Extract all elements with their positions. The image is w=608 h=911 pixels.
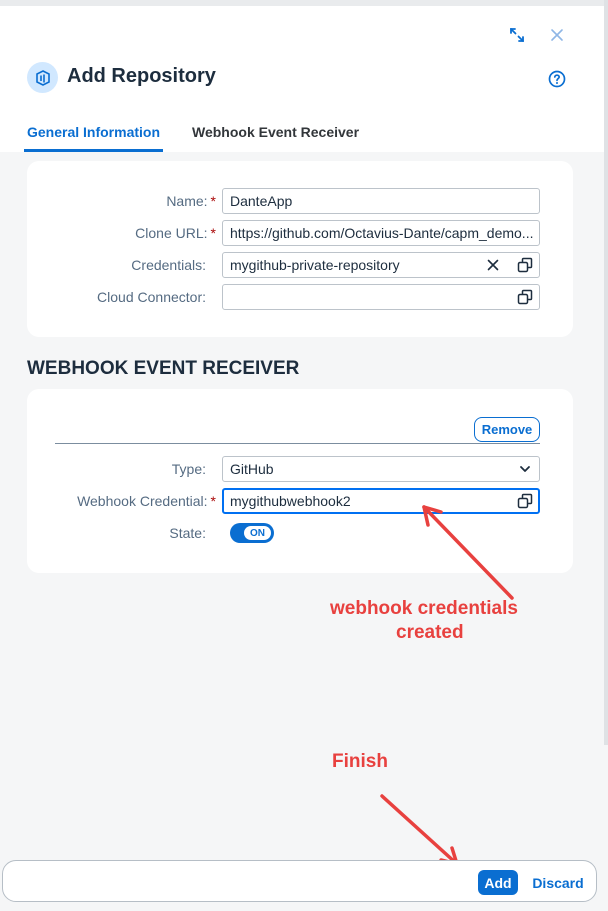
clone-url-label: Clone URL: * [135,225,216,241]
close-button[interactable] [547,24,567,46]
credentials-value: mygithub-private-repository [230,257,400,273]
tab-general-information[interactable]: General Information [27,124,160,140]
type-label: Type: [171,461,206,477]
webhook-credential-label: Webhook Credential: * [77,493,216,509]
webhook-section-title: WEBHOOK EVENT RECEIVER [27,358,300,379]
annotation-webhook-line2: created [396,622,464,643]
expand-button[interactable] [506,24,528,46]
chevron-down-icon[interactable] [516,460,534,478]
name-input[interactable]: DanteApp [222,188,540,214]
cloud-connector-label: Cloud Connector: [97,289,206,305]
expand-icon [510,28,524,42]
discard-button[interactable]: Discard [529,870,587,895]
help-icon [548,70,566,88]
arrow-to-add-button [380,794,459,866]
add-button[interactable]: Add [478,870,518,895]
required-marker: * [210,193,216,209]
help-button[interactable] [546,68,568,90]
state-label: State: [169,525,206,541]
type-value: GitHub [230,461,274,477]
tab-webhook-event-receiver[interactable]: Webhook Event Receiver [192,124,359,140]
repository-icon [27,62,58,93]
divider [55,443,540,444]
close-icon [551,29,563,41]
scrollbar[interactable] [604,0,608,745]
credentials-label: Credentials: [131,257,206,273]
clear-icon[interactable] [484,256,502,274]
clone-url-input[interactable]: https://github.com/Octavius-Dante/capm_d… [222,220,540,246]
annotation-finish: Finish [332,751,388,772]
value-help-icon[interactable] [516,492,534,510]
selected-tab-indicator [24,149,163,152]
dialog-title: Add Repository [67,65,216,87]
annotation-webhook-line1: webhook credentials [330,598,518,619]
switch-state-text: ON [244,526,271,540]
required-marker: * [210,493,216,509]
required-marker: * [210,225,216,241]
webhook-credential-input[interactable]: mygithubwebhook2 [222,488,540,514]
remove-button[interactable]: Remove [474,417,540,442]
value-help-icon[interactable] [516,288,534,306]
name-label: Name: * [166,193,216,209]
type-select[interactable]: GitHub [222,456,540,482]
cloud-connector-input[interactable] [222,284,540,310]
value-help-icon[interactable] [516,256,534,274]
webhook-credential-value: mygithubwebhook2 [230,493,351,509]
state-switch[interactable]: ON [230,523,274,543]
